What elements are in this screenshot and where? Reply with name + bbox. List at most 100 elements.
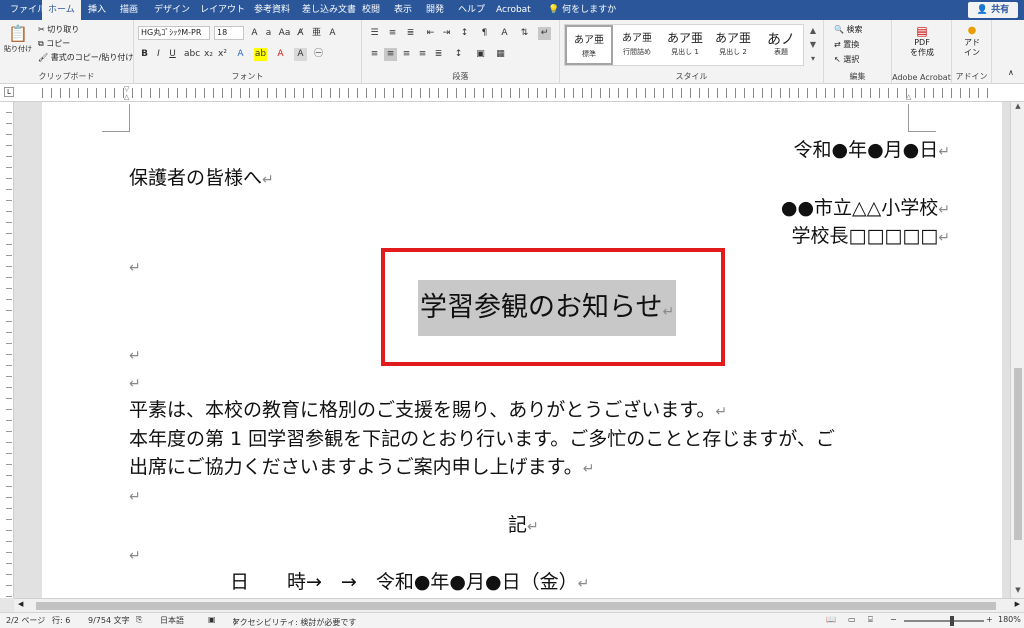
increase-indent-icon[interactable]: ⇥ xyxy=(440,27,453,40)
collapse-ribbon-icon[interactable]: ∧ xyxy=(1008,68,1014,77)
document-page[interactable]: 令和●年●月●日↵ 保護者の皆様へ↵ ●●市立△△小学校↵ 学校長□□□□□↵ … xyxy=(42,102,1002,598)
change-case-icon[interactable]: Aa xyxy=(278,27,291,40)
schedule-line: 日 時→ → 令和●年●月●日（金）↵ xyxy=(230,571,590,593)
tab-layout[interactable]: レイアウト xyxy=(194,0,251,20)
font-color-icon[interactable]: A xyxy=(274,48,287,61)
share-button[interactable]: 👤 共有 xyxy=(968,2,1018,18)
horizontal-ruler[interactable]: L ▽ △ △ xyxy=(0,84,1024,102)
zoom-slider-knob[interactable] xyxy=(950,616,954,626)
underline-icon[interactable]: U xyxy=(166,48,179,61)
tab-home[interactable]: ホーム xyxy=(42,0,81,20)
character-shading-icon[interactable]: A xyxy=(294,48,307,61)
bold-icon[interactable]: B xyxy=(138,48,151,61)
paragraph-mark-icon[interactable]: ↵ xyxy=(538,27,551,40)
numbering-icon[interactable]: ≡ xyxy=(386,27,399,40)
borders-icon[interactable]: ▦ xyxy=(494,48,507,61)
horizontal-scrollbar[interactable]: ◀ ▶ xyxy=(14,598,1024,612)
tab-review[interactable]: 校閲 xyxy=(356,0,386,20)
proofing-icon[interactable]: ⎘ xyxy=(136,615,142,625)
justify-icon[interactable]: ≡ xyxy=(416,48,429,61)
font-size-combo[interactable]: 18 xyxy=(214,26,244,40)
sort-icon[interactable]: ↕ xyxy=(458,27,471,40)
tab-selector-icon[interactable]: L xyxy=(4,87,14,97)
align-left-icon[interactable]: ≡ xyxy=(368,48,381,61)
addins-group-label: アドイン xyxy=(955,72,988,81)
tab-mailings[interactable]: 差し込み文書 xyxy=(296,0,362,20)
style-title[interactable]: あノ 表題 xyxy=(757,25,805,65)
styles-more-icon[interactable]: ▲ ▼ ▾ xyxy=(806,24,820,66)
read-mode-icon[interactable]: 📖 xyxy=(826,615,836,624)
select-button[interactable]: ↖ 選択 xyxy=(834,54,859,65)
tab-help[interactable]: ヘルプ xyxy=(452,0,491,20)
replace-button[interactable]: ⇄ 置換 xyxy=(834,39,859,50)
shrink-font-icon[interactable]: a xyxy=(262,27,275,40)
clear-format-icon[interactable]: A̸ xyxy=(294,27,307,40)
print-layout-icon[interactable]: ▭ xyxy=(848,615,856,624)
word-count[interactable]: 9/754 文字 xyxy=(88,615,130,626)
enclose-character-icon[interactable]: ㊀ xyxy=(312,48,325,61)
superscript-icon[interactable]: x² xyxy=(216,48,229,61)
scroll-left-icon[interactable]: ◀ xyxy=(18,600,23,608)
macro-icon[interactable]: ▣ xyxy=(208,615,216,624)
phonetic-guide-icon[interactable]: 亜 xyxy=(310,27,323,40)
tab-references[interactable]: 参考資料 xyxy=(248,0,296,20)
copy-button[interactable]: ⧉ コピー xyxy=(38,38,70,49)
scroll-up-icon[interactable]: ▲ xyxy=(1011,102,1024,114)
bullets-icon[interactable]: ☰ xyxy=(368,27,381,40)
sort-az-icon[interactable]: ⇅ xyxy=(518,27,531,40)
right-indent-icon[interactable]: △ xyxy=(906,93,914,101)
align-center-icon[interactable]: ≡ xyxy=(384,48,397,61)
first-line-indent-icon[interactable]: ▽ xyxy=(124,85,132,93)
tab-view[interactable]: 表示 xyxy=(388,0,418,20)
find-button[interactable]: 🔍 検索 xyxy=(834,24,863,35)
subscript-icon[interactable]: x₂ xyxy=(202,48,215,61)
status-bar: 2/2 ページ 行: 6 9/754 文字 ⎘ 日本語 ▣ ♿ アクセシビリティ… xyxy=(0,612,1024,628)
style-heading-2[interactable]: あア亜 見出し 2 xyxy=(709,25,757,65)
scroll-down-icon[interactable]: ▼ xyxy=(1011,586,1024,598)
language-status[interactable]: 日本語 xyxy=(160,615,184,626)
font-name-combo[interactable]: HG丸ｺﾞｼｯｸM-PR xyxy=(138,26,210,40)
cut-button[interactable]: ✂ 切り取り xyxy=(38,24,79,35)
style-heading-1[interactable]: あア亜 見出し 1 xyxy=(661,25,709,65)
empty-paragraph: ↵ xyxy=(129,348,141,364)
tell-me-box[interactable]: 💡 何をしますか xyxy=(548,0,616,20)
line-number[interactable]: 行: 6 xyxy=(52,615,70,626)
character-border-icon[interactable]: A xyxy=(326,27,339,40)
tab-developer[interactable]: 開発 xyxy=(420,0,450,20)
asian-layout-icon[interactable]: A xyxy=(498,27,511,40)
zoom-in-icon[interactable]: + xyxy=(986,615,993,624)
style-no-spacing[interactable]: あア亜 行間詰め xyxy=(613,25,661,65)
italic-icon[interactable]: I xyxy=(152,48,165,61)
show-marks-icon[interactable]: ¶ xyxy=(478,27,491,40)
vertical-scrollbar[interactable]: ▲ ▼ xyxy=(1010,102,1024,598)
web-layout-icon[interactable]: ⌸ xyxy=(868,615,873,625)
shading-icon[interactable]: ▣ xyxy=(474,48,487,61)
decrease-indent-icon[interactable]: ⇤ xyxy=(424,27,437,40)
style-normal[interactable]: あア亜 標準 xyxy=(565,25,613,65)
text-effects-icon[interactable]: A xyxy=(234,48,247,61)
zoom-level[interactable]: 180% xyxy=(998,615,1021,624)
horizontal-scroll-thumb[interactable] xyxy=(36,602,996,610)
style-preview: あア亜 xyxy=(714,31,751,45)
zoom-slider[interactable] xyxy=(904,620,984,622)
addins-button[interactable]: ● アド イン xyxy=(958,24,986,58)
tab-insert[interactable]: 挿入 xyxy=(82,0,112,20)
paste-button[interactable]: 📋 貼り付け xyxy=(4,24,32,54)
tab-design[interactable]: デザイン xyxy=(148,0,196,20)
format-painter-button[interactable]: 🖌 書式のコピー/貼り付け xyxy=(38,52,133,63)
align-right-icon[interactable]: ≡ xyxy=(400,48,413,61)
grow-font-icon[interactable]: A xyxy=(248,27,261,40)
multilevel-list-icon[interactable]: ≣ xyxy=(404,27,417,40)
create-pdf-button[interactable]: ▤ PDF を作成 xyxy=(902,24,942,58)
tab-acrobat[interactable]: Acrobat xyxy=(490,0,537,20)
distributed-icon[interactable]: ≣ xyxy=(432,48,445,61)
highlight-icon[interactable]: ab xyxy=(254,48,267,61)
line-spacing-icon[interactable]: ↕ xyxy=(452,48,465,61)
vertical-scroll-thumb[interactable] xyxy=(1014,368,1022,540)
strikethrough-icon[interactable]: abc xyxy=(184,48,200,61)
tab-draw[interactable]: 描画 xyxy=(114,0,144,20)
left-indent-icon[interactable]: △ xyxy=(124,93,132,101)
zoom-out-icon[interactable]: − xyxy=(890,615,897,624)
scroll-right-icon[interactable]: ▶ xyxy=(1015,600,1020,608)
page-count[interactable]: 2/2 ページ xyxy=(6,615,45,626)
